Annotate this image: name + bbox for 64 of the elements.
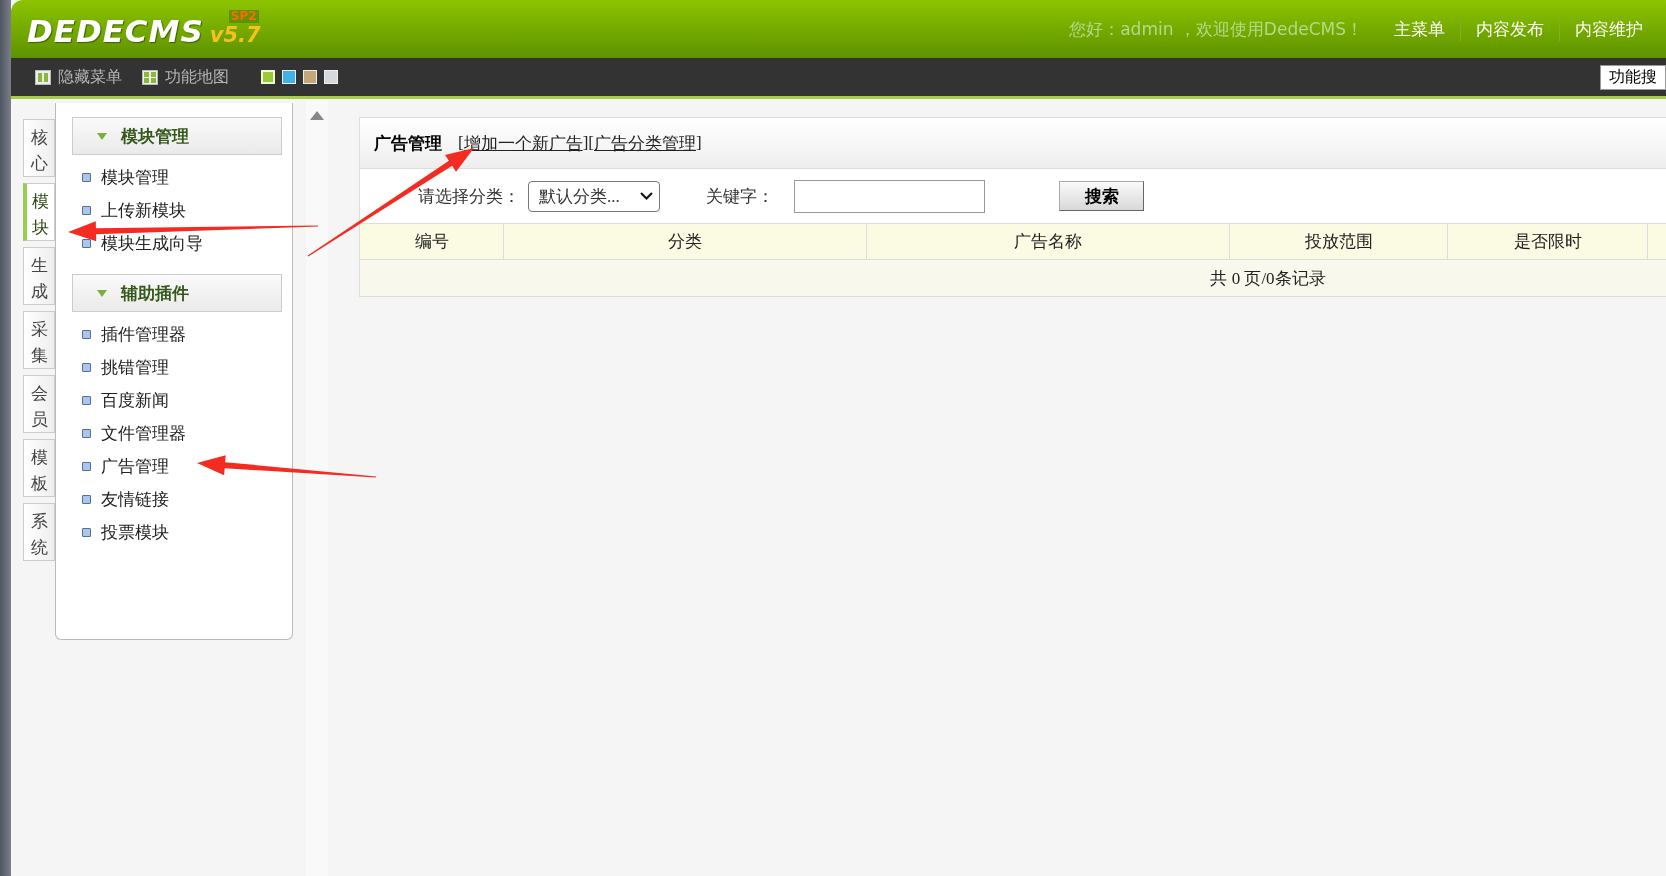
menu-item[interactable]: 广告管理 [82, 450, 282, 483]
bullet-icon [82, 363, 91, 372]
menu-group-header[interactable]: 模块管理 [72, 117, 282, 155]
column-header: 广告名称 [867, 224, 1230, 259]
chevron-down-icon [640, 192, 653, 200]
bullet-icon [82, 495, 91, 504]
bracket-text: [ [458, 133, 464, 153]
column-header: 分类 [504, 224, 867, 259]
logo-text: DEDECMS [27, 12, 204, 49]
menu-item[interactable]: 投票模块 [82, 516, 282, 549]
menu-item[interactable]: 文件管理器 [82, 417, 282, 450]
bullet-icon [82, 173, 91, 182]
bullet-icon [82, 462, 91, 471]
bracket-text: ] [582, 133, 589, 153]
menu-item[interactable]: 友情链接 [82, 483, 282, 516]
menu-item[interactable]: 百度新闻 [82, 384, 282, 417]
side-tab[interactable]: 核心 [23, 119, 55, 177]
panel-icon [35, 69, 51, 85]
menu-group-header[interactable]: 辅助插件 [72, 274, 282, 312]
category-select[interactable]: 默认分类... [528, 180, 660, 212]
header-link[interactable]: 广告分类管理 [594, 131, 696, 155]
theme-swatch[interactable] [282, 70, 296, 84]
version-text: v5.7 [209, 22, 261, 47]
bullet-icon [82, 528, 91, 537]
column-header: 编号 [360, 224, 504, 259]
menu-item[interactable]: 模块管理 [82, 161, 282, 194]
toolbar-link[interactable]: 隐藏菜单 [35, 66, 122, 88]
column-header: 是否限时 [1448, 224, 1648, 259]
keyword-input[interactable] [794, 179, 985, 213]
page-title: 广告管理 [374, 132, 442, 155]
menu-group-title: 模块管理 [121, 125, 189, 148]
bullet-icon [82, 429, 91, 438]
category-label: 请选择分类： [418, 185, 520, 208]
side-tab[interactable]: 系统 [23, 503, 55, 561]
menu-item[interactable]: 挑错管理 [82, 351, 282, 384]
header-link[interactable]: 增加一个新广告 [463, 131, 583, 155]
keyword-label: 关键字： [706, 185, 774, 208]
column-header: 投放范围 [1230, 224, 1448, 259]
menu-item[interactable]: 上传新模块 [82, 194, 282, 227]
grid-icon [142, 69, 158, 85]
bullet-icon [82, 239, 91, 248]
scroll-up-icon[interactable] [310, 111, 324, 120]
side-tab[interactable]: 生成 [23, 247, 55, 305]
greeting-text: 您好：admin ，欢迎使用DedeCMS！ [1069, 17, 1363, 41]
side-tab[interactable]: 会员 [23, 375, 55, 433]
search-button[interactable]: 搜索 [1059, 181, 1144, 211]
theme-swatch[interactable] [303, 70, 317, 84]
function-search-button[interactable]: 功能搜 [1600, 64, 1666, 90]
edition-text: SP2 [228, 9, 259, 23]
bullet-icon [82, 330, 91, 339]
menu-item[interactable]: 模块生成向导 [82, 227, 282, 260]
bullet-icon [82, 206, 91, 215]
theme-swatch[interactable] [261, 70, 275, 84]
menu-item[interactable]: 插件管理器 [82, 318, 282, 351]
toolbar-link[interactable]: 功能地图 [142, 66, 229, 88]
side-tab[interactable]: 模块 [23, 183, 55, 241]
side-tab[interactable]: 采集 [23, 311, 55, 369]
bracket-text: ] [696, 133, 702, 153]
bullet-icon [82, 396, 91, 405]
side-tab[interactable]: 模板 [23, 439, 55, 497]
record-count-text: 共 0 页/0条记录 [1210, 267, 1326, 290]
bracket-text: [ [588, 133, 594, 153]
menu-group-title: 辅助插件 [121, 282, 189, 305]
theme-swatch[interactable] [324, 70, 338, 84]
